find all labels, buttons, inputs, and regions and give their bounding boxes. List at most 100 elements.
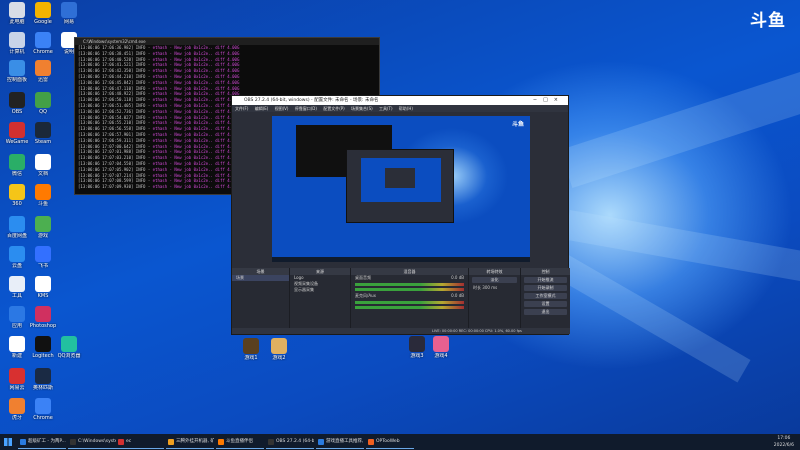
wallpaper-beam — [547, 250, 751, 383]
app-icon — [118, 439, 124, 445]
obs-window[interactable]: OBS 27.2.4 (64-bit, windows) - 配置文件: 未命名… — [231, 95, 570, 335]
taskbar-app-label: ec — [126, 439, 132, 444]
desktop-icon-label: 游戏 — [37, 233, 48, 239]
desktop-icon[interactable]: 斗鱼 — [26, 184, 60, 207]
desktop-icon[interactable]: 飞书 — [26, 246, 60, 269]
scenes-panel: 场景 场景 — [232, 268, 290, 334]
mixer-track-name: 桌面音频 0.0 dB — [355, 275, 464, 280]
app-icon — [70, 439, 76, 445]
desktop-icon[interactable]: 网易 — [52, 2, 86, 25]
source-item[interactable]: 显示器采集 — [290, 287, 350, 293]
taskbar-app-label: 游戏直播工具推荐, 兑... — [326, 439, 364, 444]
taskbar-app-label: 斗鱼直播伴侣 — [226, 439, 253, 444]
desktop-icon-label: KMS — [37, 293, 49, 299]
taskbar-app-button[interactable]: OBS 27.2.4 (64-bit... — [266, 435, 314, 449]
obs-menubar[interactable]: 文件(F) 编辑(E) 视图(V) 停靠窗口(D) 配置文件(P) 场景集合(S… — [232, 105, 568, 112]
cmd-title[interactable]: C:\Windows\system32\cmd.exe — [75, 38, 379, 45]
app-icon — [9, 60, 25, 76]
desktop-icon[interactable]: KMS — [26, 276, 60, 299]
desktop-icon-label: 文档 — [37, 171, 48, 177]
controls-header: 控制 — [521, 268, 570, 275]
nested-logo: 斗鱼 — [511, 121, 524, 128]
taskbar-app-label: 三腾外挂开机器, 矿... — [176, 439, 214, 444]
desktop-icon-label: 网易 — [63, 19, 74, 25]
scene-item[interactable]: 场景 — [232, 275, 289, 281]
desktop-icon-label: QQ — [39, 109, 47, 115]
app-icon — [35, 32, 51, 48]
app-icon — [61, 336, 77, 352]
start-recording-button[interactable]: 开始录制 — [524, 285, 567, 291]
desktop-icon[interactable]: Steam — [26, 122, 60, 145]
taskbar-app-button[interactable]: 游戏直播工具推荐, 兑... — [316, 435, 364, 449]
app-icon — [368, 439, 374, 445]
scenes-header: 场景 — [232, 268, 289, 275]
desktop-icon-label: 迅雷 — [37, 77, 48, 83]
desktop-icon[interactable]: 奥林匹斯 — [26, 368, 60, 391]
desktop: 斗鱼 此电脑 Google 网易 计算机 Chrome 说明 控制面板 迅雷 OBS QQ WeGa… — [0, 0, 800, 434]
obs-preview[interactable]: 斗鱼 — [272, 116, 530, 262]
app-icon — [9, 306, 25, 322]
exit-button[interactable]: 退出 — [524, 309, 567, 315]
app-icon — [9, 154, 25, 170]
volume-meter — [355, 283, 464, 286]
app-icon — [35, 122, 51, 138]
desktop-icon-label: Steam — [34, 139, 52, 145]
desktop-icon-label: 飞书 — [37, 263, 48, 269]
desktop-icon[interactable]: QQ浏览器 — [52, 336, 86, 359]
taskbar-app-button[interactable]: OPTooWeb — [366, 435, 414, 449]
desktop-icon[interactable]: 游戏2 — [262, 338, 296, 361]
app-icon — [433, 336, 449, 352]
obs-title: OBS 27.2.4 (64-bit, windows) - 配置文件: 未命名… — [244, 98, 379, 103]
desktop-icon[interactable]: 迅雷 — [26, 60, 60, 83]
desktop-icon[interactable]: Chrome — [26, 398, 60, 421]
desktop-icon-label: QQ浏览器 — [57, 353, 81, 359]
start-button[interactable] — [4, 438, 12, 446]
app-icon — [35, 184, 51, 200]
settings-button[interactable]: 设置 — [524, 301, 567, 307]
duration-row: 时长 300 ms — [473, 285, 498, 290]
taskbar-app-label: C:\Windows\syste... — [78, 439, 116, 444]
taskbar-app-button[interactable]: 三腾外挂开机器, 矿... — [166, 435, 214, 449]
obs-titlebar[interactable]: OBS 27.2.4 (64-bit, windows) - 配置文件: 未命名… — [232, 96, 568, 105]
system-clock[interactable]: 17:06 2022/6/6 — [774, 435, 794, 449]
windows-icon — [4, 438, 12, 446]
nested-obs — [346, 149, 454, 223]
volume-slider[interactable] — [355, 288, 464, 291]
desktop-icon[interactable]: Photoshop — [26, 306, 60, 329]
taskbar-app-label: 超级矿工 - 为两P... — [28, 439, 66, 444]
studio-mode-button[interactable]: 工作室模式 — [524, 293, 567, 299]
app-icon — [35, 368, 51, 384]
app-icon — [9, 398, 25, 414]
start-streaming-button[interactable]: 开始推流 — [524, 277, 567, 283]
desktop-icon-label: 游戏4 — [434, 353, 448, 359]
desktop-icon-label: Photoshop — [29, 323, 57, 329]
desktop-icon[interactable]: 游戏 — [26, 216, 60, 239]
taskbar-app-button[interactable]: 斗鱼直播伴侣 — [216, 435, 264, 449]
douyu-watermark: 斗鱼 — [750, 11, 786, 31]
app-icon — [9, 276, 25, 292]
transition-select[interactable]: 淡化 — [472, 277, 517, 283]
transitions-header: 转场特效 — [469, 268, 520, 275]
desktop-icon-label: 斗鱼 — [37, 201, 48, 207]
desktop-icon[interactable]: 游戏4 — [424, 336, 458, 359]
controls-panel: 控制 开始推流 开始录制 工作室模式 设置 退出 — [521, 268, 570, 334]
window-controls[interactable]: −□× — [533, 96, 564, 105]
app-icon — [318, 439, 324, 445]
app-icon — [35, 246, 51, 262]
volume-meter — [355, 301, 464, 304]
mixer-header: 混音器 — [351, 268, 468, 275]
taskbar-app-button[interactable]: ec — [116, 435, 164, 449]
nested-taskbar — [272, 257, 530, 262]
desktop-icon-label: Chrome — [33, 415, 53, 421]
taskbar-app-button[interactable]: 超级矿工 - 为两P... — [18, 435, 66, 449]
app-icon — [35, 2, 51, 18]
obs-dock: 场景 场景 来源 Logo 视频采集设备 显示器采集 混音器 桌面音频 0.0 … — [232, 268, 570, 334]
taskbar-app-label: OPTooWeb — [376, 439, 400, 444]
app-icon — [9, 336, 25, 352]
desktop-icon[interactable]: 文档 — [26, 154, 60, 177]
volume-slider[interactable] — [355, 306, 464, 309]
taskbar-app-button[interactable]: C:\Windows\syste... — [68, 435, 116, 449]
app-icon — [9, 122, 25, 138]
desktop-icon[interactable]: QQ — [26, 92, 60, 115]
app-icon — [9, 2, 25, 18]
